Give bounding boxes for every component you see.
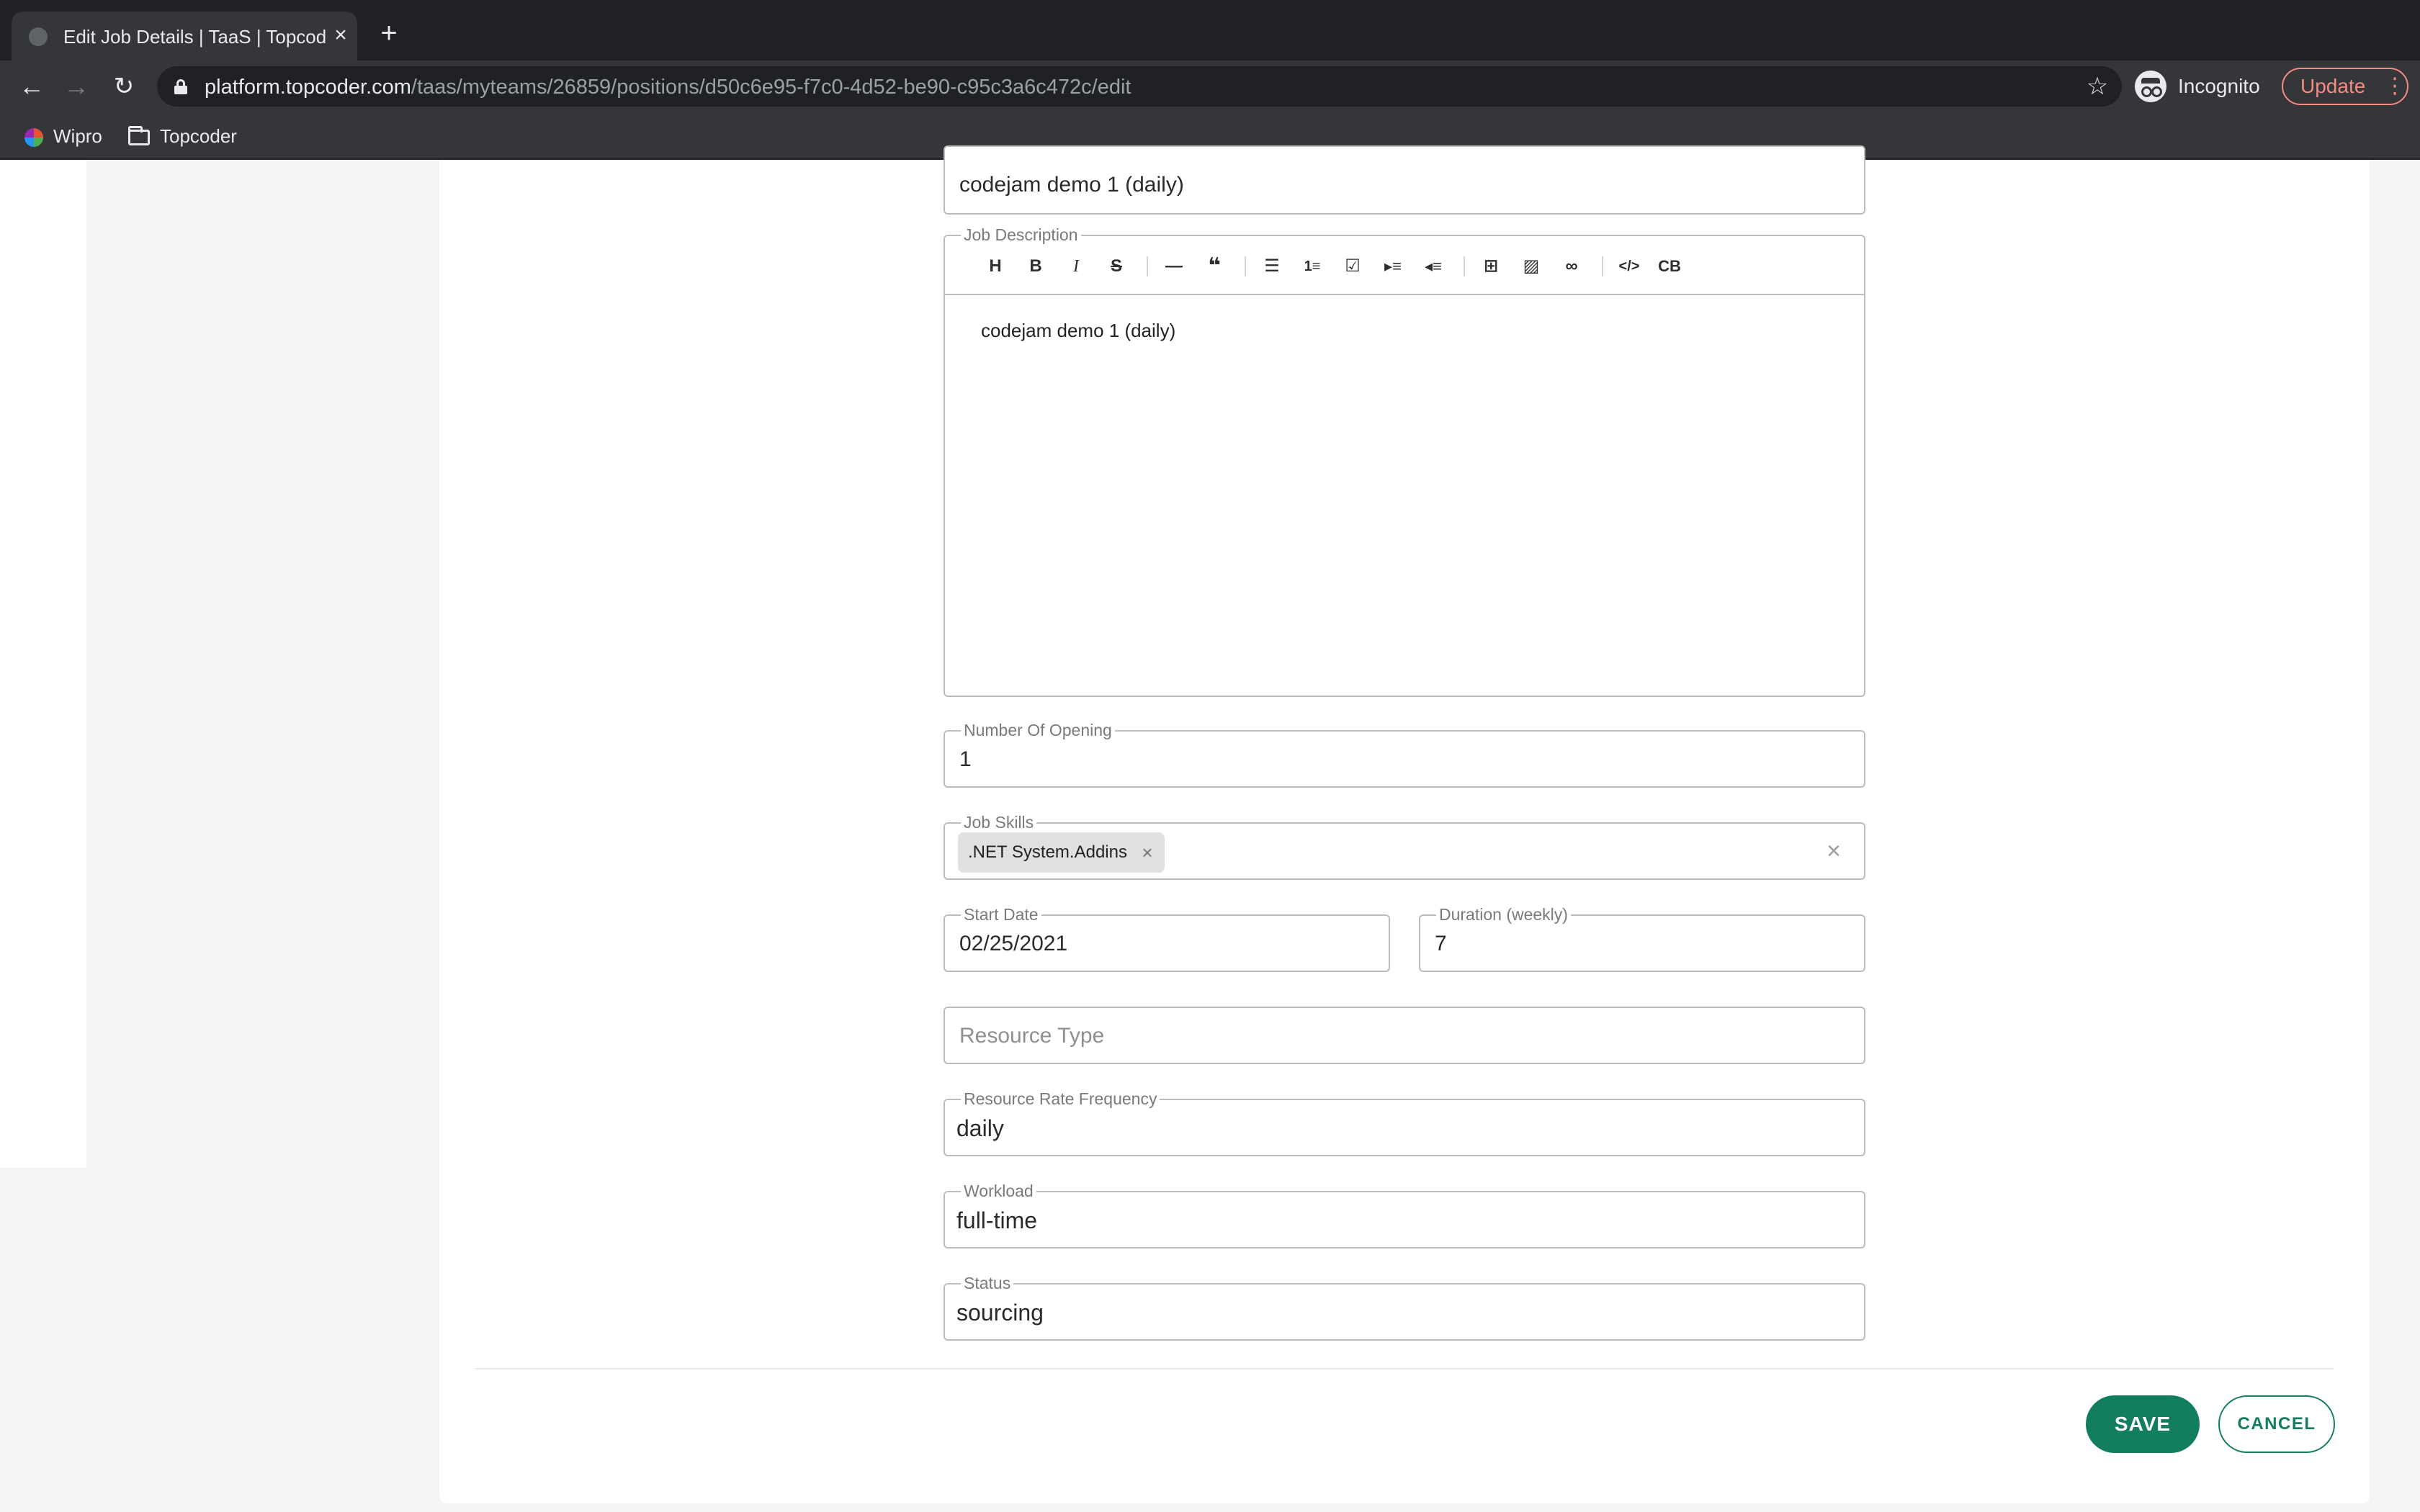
incognito-icon[interactable] (2135, 71, 2166, 102)
editor-content[interactable]: codejam demo 1 (daily) (981, 318, 1175, 343)
resource-rate-frequency-value: daily (956, 1115, 1004, 1141)
forward-arrow-icon[interactable]: → (60, 71, 92, 102)
duration-value: 7 (1435, 932, 1447, 955)
toolbar-divider (1245, 256, 1246, 276)
image-icon[interactable]: ▨ (1517, 253, 1546, 279)
page-content: codejam demo 1 (daily) Job Description H… (0, 145, 2420, 1512)
menu-dots-icon[interactable]: ⋮ (2384, 69, 2406, 104)
number-of-opening-value: 1 (959, 747, 972, 771)
table-icon[interactable]: ⊞ (1476, 253, 1505, 279)
new-tab-plus-icon[interactable]: + (375, 19, 403, 48)
left-sidebar (0, 160, 86, 1168)
status-value: sourcing (956, 1300, 1044, 1326)
globe-icon (29, 27, 48, 46)
wipro-logo-icon (24, 128, 43, 148)
save-button[interactable]: SAVE (2086, 1395, 2200, 1453)
job-title-field[interactable]: codejam demo 1 (daily) (944, 145, 1865, 215)
job-skills-label: Job Skills (961, 812, 1037, 832)
tab-title: Edit Job Details | TaaS | Topcoder (63, 26, 327, 48)
status-field[interactable]: Status sourcing (944, 1273, 1865, 1341)
start-date-field[interactable]: Start Date 02/25/2021 (944, 904, 1390, 972)
chip-remove-icon[interactable]: × (1139, 832, 1156, 873)
outdent-icon[interactable]: ◂≡ (1419, 253, 1448, 279)
start-date-label: Start Date (961, 904, 1041, 924)
toolbar-divider (1602, 256, 1603, 276)
browser-tabstrip: Edit Job Details | TaaS | Topcoder × + (0, 0, 2420, 60)
number-of-opening-label: Number Of Opening (961, 720, 1115, 740)
duration-field[interactable]: Duration (weekly) 7 (1419, 904, 1865, 972)
browser-tab[interactable]: Edit Job Details | TaaS | Topcoder × (12, 12, 357, 60)
resource-type-placeholder: Resource Type (959, 1024, 1105, 1048)
bookmark-topcoder[interactable]: Topcoder (128, 124, 237, 148)
horizontal-rule-icon[interactable]: — (1160, 253, 1188, 279)
cancel-button[interactable]: CANCEL (2218, 1395, 2335, 1453)
task-list-icon[interactable]: ☑ (1338, 253, 1367, 279)
ordered-list-icon[interactable]: 1≡ (1298, 253, 1327, 279)
toolbar-divider (1147, 256, 1148, 276)
link-icon[interactable]: ∞ (1557, 253, 1586, 279)
indent-icon[interactable]: ▸≡ (1379, 253, 1407, 279)
start-date-value: 02/25/2021 (959, 932, 1068, 955)
browser-toolbar: ← → ↻ platform.topcoder.com/taas/myteams… (0, 60, 2420, 112)
folder-icon (128, 126, 150, 146)
resource-type-field[interactable]: Resource Type (944, 1007, 1865, 1064)
resource-rate-frequency-label: Resource Rate Frequency (961, 1089, 1160, 1109)
bold-icon[interactable]: B (1021, 253, 1050, 279)
job-description-editor[interactable]: Job Description H B I S — ❝ ☰ 1≡ ☑ ▸≡ ◂≡… (944, 225, 1865, 697)
incognito-label: Incognito (2178, 75, 2260, 97)
status-label: Status (961, 1273, 1014, 1293)
job-title-value: codejam demo 1 (daily) (959, 173, 1184, 197)
clear-icon[interactable]: × (1819, 835, 1848, 867)
update-button[interactable]: Update ⋮ (2282, 68, 2408, 105)
form-divider (475, 1368, 2334, 1369)
toolbar-divider (1464, 256, 1465, 276)
code-icon[interactable]: </> (1615, 253, 1644, 279)
number-of-opening-field[interactable]: Number Of Opening 1 (944, 720, 1865, 788)
duration-label: Duration (weekly) (1436, 904, 1571, 924)
url-text: platform.topcoder.com/taas/myteams/26859… (205, 76, 1131, 99)
workload-field[interactable]: Workload full-time (944, 1181, 1865, 1248)
skill-chip: .NET System.Addins × (958, 832, 1165, 873)
quote-icon[interactable]: ❝ (1200, 253, 1229, 279)
lock-icon (174, 79, 187, 94)
workload-label: Workload (961, 1181, 1036, 1201)
bookmark-star-icon[interactable]: ☆ (2083, 72, 2112, 101)
back-arrow-icon[interactable]: ← (16, 71, 48, 102)
code-block-icon[interactable]: CB (1655, 253, 1684, 279)
edit-job-form-card: codejam demo 1 (daily) Job Description H… (439, 145, 2370, 1503)
job-skills-field[interactable]: Job Skills .NET System.Addins × × (944, 812, 1865, 880)
workload-value: full-time (956, 1207, 1038, 1233)
heading-icon[interactable]: H (981, 253, 1010, 279)
reload-icon[interactable]: ↻ (108, 71, 140, 102)
bullet-list-icon[interactable]: ☰ (1258, 253, 1286, 279)
resource-rate-frequency-field[interactable]: Resource Rate Frequency daily (944, 1089, 1865, 1156)
address-bar[interactable]: platform.topcoder.com/taas/myteams/26859… (157, 66, 2122, 107)
strikethrough-icon[interactable]: S (1102, 253, 1131, 279)
editor-toolbar: H B I S — ❝ ☰ 1≡ ☑ ▸≡ ◂≡ ⊞ ▨ ∞ </> CB (945, 236, 1864, 295)
italic-icon[interactable]: I (1062, 253, 1090, 279)
close-tab-icon[interactable]: × (328, 23, 353, 48)
bookmark-wipro[interactable]: Wipro (24, 124, 102, 148)
